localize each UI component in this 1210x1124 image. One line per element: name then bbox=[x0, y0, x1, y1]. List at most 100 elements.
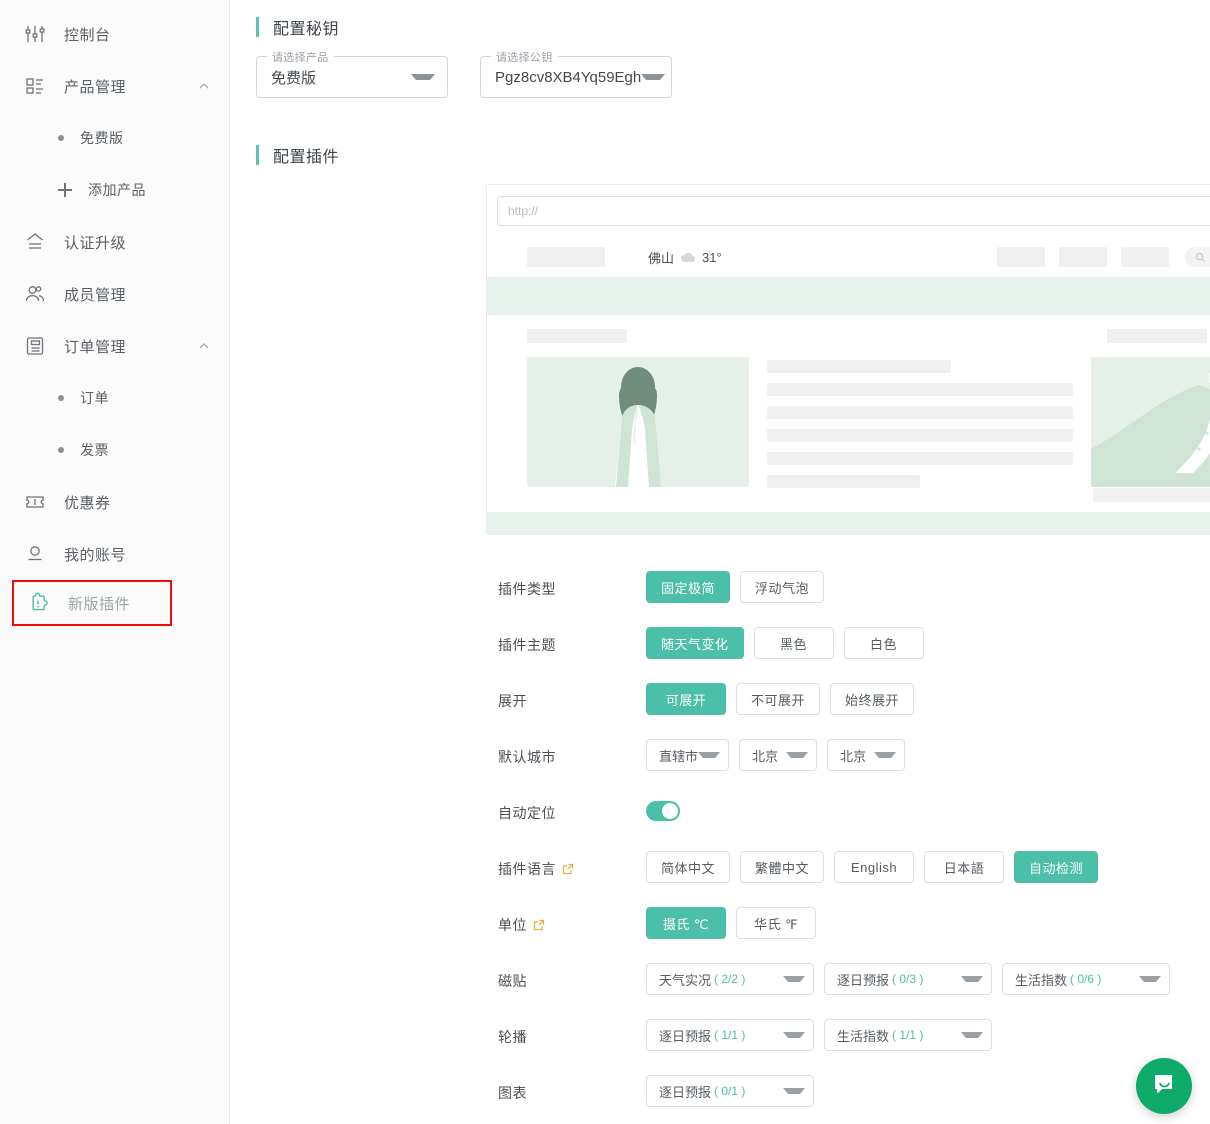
form-control: 简体中文 繁體中文 English 日本語 自动检测 bbox=[646, 851, 1099, 883]
form-label-text: 插件语言 bbox=[498, 861, 556, 877]
external-link-icon[interactable] bbox=[533, 919, 545, 931]
auto-locate-toggle[interactable] bbox=[646, 801, 680, 821]
city-city-value: 北京 bbox=[752, 748, 779, 764]
form-label-text: 展开 bbox=[498, 693, 527, 709]
option-button[interactable]: 华氏 ℉ bbox=[736, 907, 816, 939]
tile-select-name: 生活指数 bbox=[1015, 972, 1068, 988]
form-label-text: 默认城市 bbox=[498, 749, 556, 765]
mock-nav-placeholder bbox=[1121, 247, 1169, 267]
sidebar: 控制台 产品管理 免费版 添加产品 认证升级 成员管理 订单管理 订单 发票 优… bbox=[0, 0, 230, 1124]
form-control: 可展开 不可展开 始终展开 bbox=[646, 683, 915, 715]
list-grid-icon bbox=[22, 73, 48, 99]
tile-select[interactable]: 生活指数 ( 0/6 ) bbox=[1002, 963, 1170, 995]
sidebar-item-member-management[interactable]: 成员管理 bbox=[0, 268, 229, 320]
chevron-down-icon bbox=[874, 752, 897, 758]
sidebar-item-order-management[interactable]: 订单管理 bbox=[0, 320, 229, 372]
sidebar-item-invoices[interactable]: 发票 bbox=[0, 424, 229, 476]
option-button[interactable]: 随天气变化 bbox=[646, 627, 744, 659]
sidebar-item-certification-upgrade[interactable]: 认证升级 bbox=[0, 216, 229, 268]
city-district-value: 北京 bbox=[840, 748, 867, 764]
form-label-text: 插件主题 bbox=[498, 637, 556, 653]
option-button[interactable]: 简体中文 bbox=[646, 851, 731, 883]
mock-navbar: 佛山 31° bbox=[487, 237, 1210, 277]
option-button[interactable]: 始终展开 bbox=[830, 683, 915, 715]
chart-select[interactable]: 逐日预报 ( 0/1 ) bbox=[646, 1075, 814, 1107]
carousel-select[interactable]: 逐日预报 ( 1/1 ) bbox=[646, 1019, 814, 1051]
city-province-value: 直辖市 bbox=[659, 748, 699, 764]
sidebar-item-product-management[interactable]: 产品管理 bbox=[0, 60, 229, 112]
sliders-icon bbox=[22, 21, 48, 47]
puzzle-icon bbox=[26, 590, 52, 616]
carousel-select[interactable]: 生活指数 ( 1/1 ) bbox=[824, 1019, 992, 1051]
sidebar-item-label: 认证升级 bbox=[64, 234, 127, 252]
option-button[interactable]: 不可展开 bbox=[736, 683, 821, 715]
chevron-down-icon bbox=[411, 74, 435, 80]
sidebar-item-add-product[interactable]: 添加产品 bbox=[0, 164, 229, 216]
form-row-chart: 图表 逐日预报 ( 0/1 ) bbox=[498, 1075, 1210, 1109]
chevron-up-icon[interactable] bbox=[197, 339, 211, 353]
carousel-select-name: 生活指数 bbox=[837, 1028, 890, 1044]
sidebar-item-console[interactable]: 控制台 bbox=[0, 8, 229, 60]
option-button[interactable]: 摄氏 ℃ bbox=[646, 907, 726, 939]
city-city-select[interactable]: 北京 bbox=[739, 739, 818, 771]
plugin-settings-form: 插件类型 固定极简 浮动气泡 插件主题 随天气变化 黑色 白色 展开 可展开 不… bbox=[498, 535, 1210, 1109]
sidebar-item-new-plugin[interactable]: 新版插件 bbox=[12, 580, 172, 626]
chevron-up-icon[interactable] bbox=[197, 79, 211, 93]
mock-line bbox=[767, 406, 1073, 419]
chevron-down-icon bbox=[783, 1088, 805, 1094]
chat-support-button[interactable] bbox=[1136, 1058, 1192, 1114]
city-district-select[interactable]: 北京 bbox=[827, 739, 906, 771]
option-button[interactable]: 自动检测 bbox=[1014, 851, 1099, 883]
form-control: 天气实况 ( 2/2 ) 逐日预报 ( 0/3 ) 生活指数 ( 0/6 ) bbox=[646, 963, 1170, 995]
form-label-text: 插件类型 bbox=[498, 581, 556, 597]
external-link-icon[interactable] bbox=[562, 863, 574, 875]
chart-select-name: 逐日预报 bbox=[659, 1084, 712, 1100]
option-button[interactable]: English bbox=[834, 851, 915, 883]
form-label-text: 磁贴 bbox=[498, 973, 527, 989]
form-row-tiles: 磁贴 天气实况 ( 2/2 ) 逐日预报 ( 0/3 ) 生活指数 (0/6 … bbox=[498, 963, 1210, 997]
form-row-auto-locate: 自动定位 bbox=[498, 795, 1210, 829]
sidebar-item-free-version[interactable]: 免费版 bbox=[0, 112, 229, 164]
form-label: 插件类型 bbox=[498, 571, 646, 599]
preview-toolbar: http:// bbox=[487, 185, 1210, 237]
key-section-header: 配置秘钥 bbox=[256, 14, 1210, 40]
sidebar-item-label: 控制台 bbox=[64, 26, 111, 44]
option-button[interactable]: 白色 bbox=[843, 627, 924, 659]
city-province-select[interactable]: 直辖市 bbox=[646, 739, 730, 771]
option-button[interactable]: 繁體中文 bbox=[740, 851, 825, 883]
option-button[interactable]: 浮动气泡 bbox=[740, 571, 825, 603]
option-button[interactable]: 可展开 bbox=[646, 683, 726, 715]
tile-select-count: ( 2/2 ) bbox=[714, 972, 746, 986]
form-label-text: 自动定位 bbox=[498, 805, 556, 821]
preview-mock-page: 佛山 31° bbox=[487, 237, 1210, 534]
mock-banner bbox=[487, 277, 1210, 315]
tile-select[interactable]: 逐日预报 ( 0/3 ) bbox=[824, 963, 992, 995]
mock-line bbox=[767, 452, 1073, 465]
users-icon bbox=[22, 281, 48, 307]
app-root: 控制台 产品管理 免费版 添加产品 认证升级 成员管理 订单管理 订单 发票 优… bbox=[0, 0, 1210, 1124]
sidebar-subitem-label: 发票 bbox=[80, 442, 109, 458]
mock-heading-placeholder bbox=[1107, 329, 1207, 343]
bullet-icon bbox=[58, 395, 64, 401]
section-title: 配置秘钥 bbox=[273, 21, 340, 38]
mock-logo-placeholder bbox=[527, 247, 605, 267]
ticket-icon bbox=[22, 489, 48, 515]
key-selects-row: 请选择产品 免费版 请选择公钥 Pgz8cv8XB4Yq59Egh bbox=[256, 49, 1210, 98]
option-button[interactable]: 日本語 bbox=[924, 851, 1005, 883]
product-select[interactable]: 请选择产品 免费版 bbox=[256, 49, 448, 98]
sidebar-item-my-account[interactable]: 我的账号 bbox=[0, 528, 229, 580]
plugin-section-header: 配置插件 bbox=[256, 142, 1210, 168]
sidebar-item-coupons[interactable]: 优惠券 bbox=[0, 476, 229, 528]
sidebar-item-orders[interactable]: 订单 bbox=[0, 372, 229, 424]
option-button[interactable]: 黑色 bbox=[753, 627, 834, 659]
tile-select[interactable]: 天气实况 ( 2/2 ) bbox=[646, 963, 814, 995]
form-control: 逐日预报 ( 1/1 ) 生活指数 ( 1/1 ) bbox=[646, 1019, 992, 1051]
form-row-expand: 展开 可展开 不可展开 始终展开 bbox=[498, 683, 1210, 717]
mock-footer-banner bbox=[487, 512, 1210, 534]
option-button[interactable]: 固定极简 bbox=[646, 571, 731, 603]
public-key-select[interactable]: 请选择公钥 Pgz8cv8XB4Yq59Egh bbox=[480, 49, 672, 98]
form-row-unit: 单位 摄氏 ℃ 华氏 ℉ bbox=[498, 907, 1210, 941]
preview-url-input[interactable]: http:// bbox=[497, 196, 1210, 226]
sidebar-subitem-label: 免费版 bbox=[80, 130, 124, 146]
mock-line bbox=[767, 360, 951, 373]
